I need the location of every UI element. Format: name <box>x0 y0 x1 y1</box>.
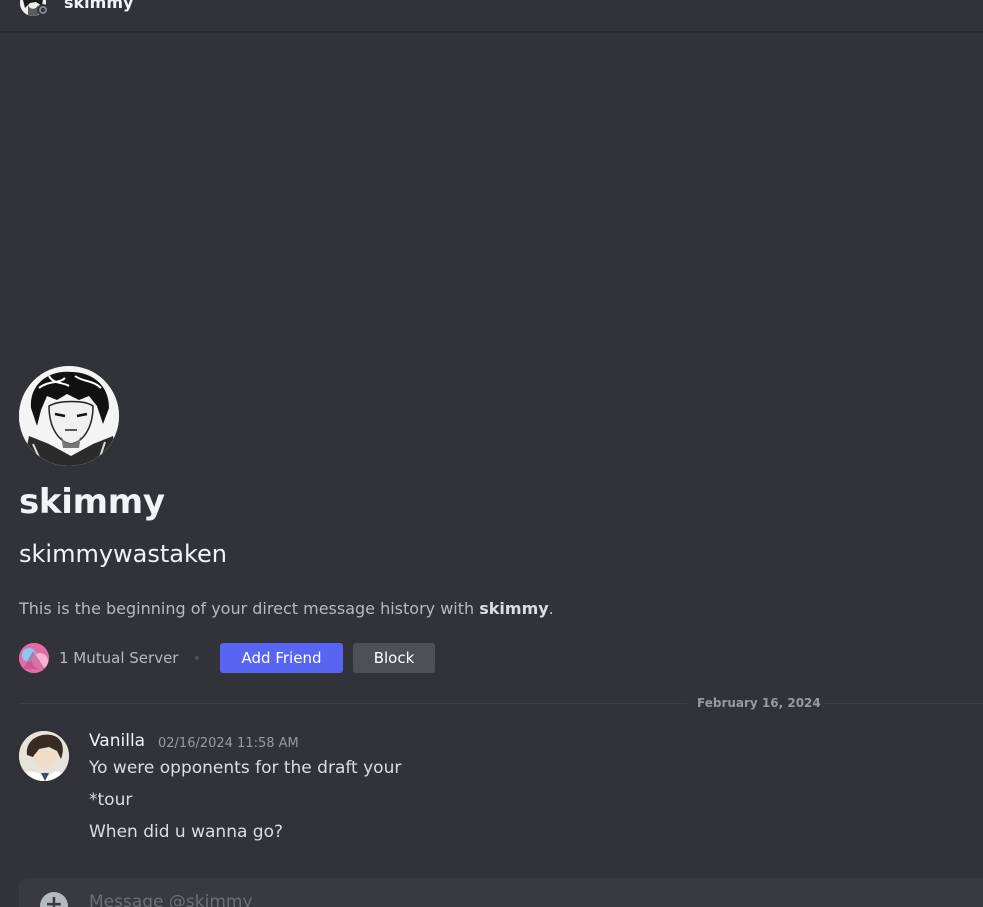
dm-channel: skimmy skimmy skimmywastaken This is the… <box>0 0 983 907</box>
date-divider-line <box>824 703 983 704</box>
mutual-server-icon[interactable] <box>19 643 49 673</box>
mutual-servers-link[interactable]: 1 Mutual Server <box>59 649 178 667</box>
message-line: Yo were opponents for the draft your <box>89 758 402 778</box>
profile-display-name: skimmy <box>19 482 165 522</box>
separator-dot <box>195 656 199 660</box>
intro-username: skimmy <box>479 599 549 618</box>
message-author[interactable]: Vanilla <box>89 731 145 751</box>
dm-intro-text: This is the beginning of your direct mes… <box>19 599 554 618</box>
message-timestamp: 02/16/2024 11:58 AM <box>158 736 299 751</box>
message-author-avatar[interactable] <box>19 731 69 781</box>
message-line: *tour <box>89 790 133 810</box>
block-button[interactable]: Block <box>353 643 435 673</box>
add-friend-button[interactable]: Add Friend <box>220 643 343 673</box>
date-divider-line <box>19 703 687 704</box>
message-composer: + <box>19 878 983 907</box>
message-line: When did u wanna go? <box>89 822 284 842</box>
intro-suffix: . <box>548 599 554 618</box>
mutual-actions-row: 1 Mutual Server Add Friend Block <box>19 643 459 673</box>
channel-header: skimmy <box>0 0 983 32</box>
intro-prefix: This is the beginning of your direct mes… <box>19 599 480 618</box>
profile-avatar-image <box>19 366 119 466</box>
message-input[interactable] <box>89 892 939 907</box>
profile-avatar[interactable] <box>19 366 119 466</box>
date-divider-label: February 16, 2024 <box>697 696 821 710</box>
add-attachment-icon[interactable]: + <box>40 892 68 907</box>
offline-status-icon <box>37 4 49 16</box>
header-username: skimmy <box>64 0 134 12</box>
profile-username: skimmywastaken <box>19 540 228 568</box>
